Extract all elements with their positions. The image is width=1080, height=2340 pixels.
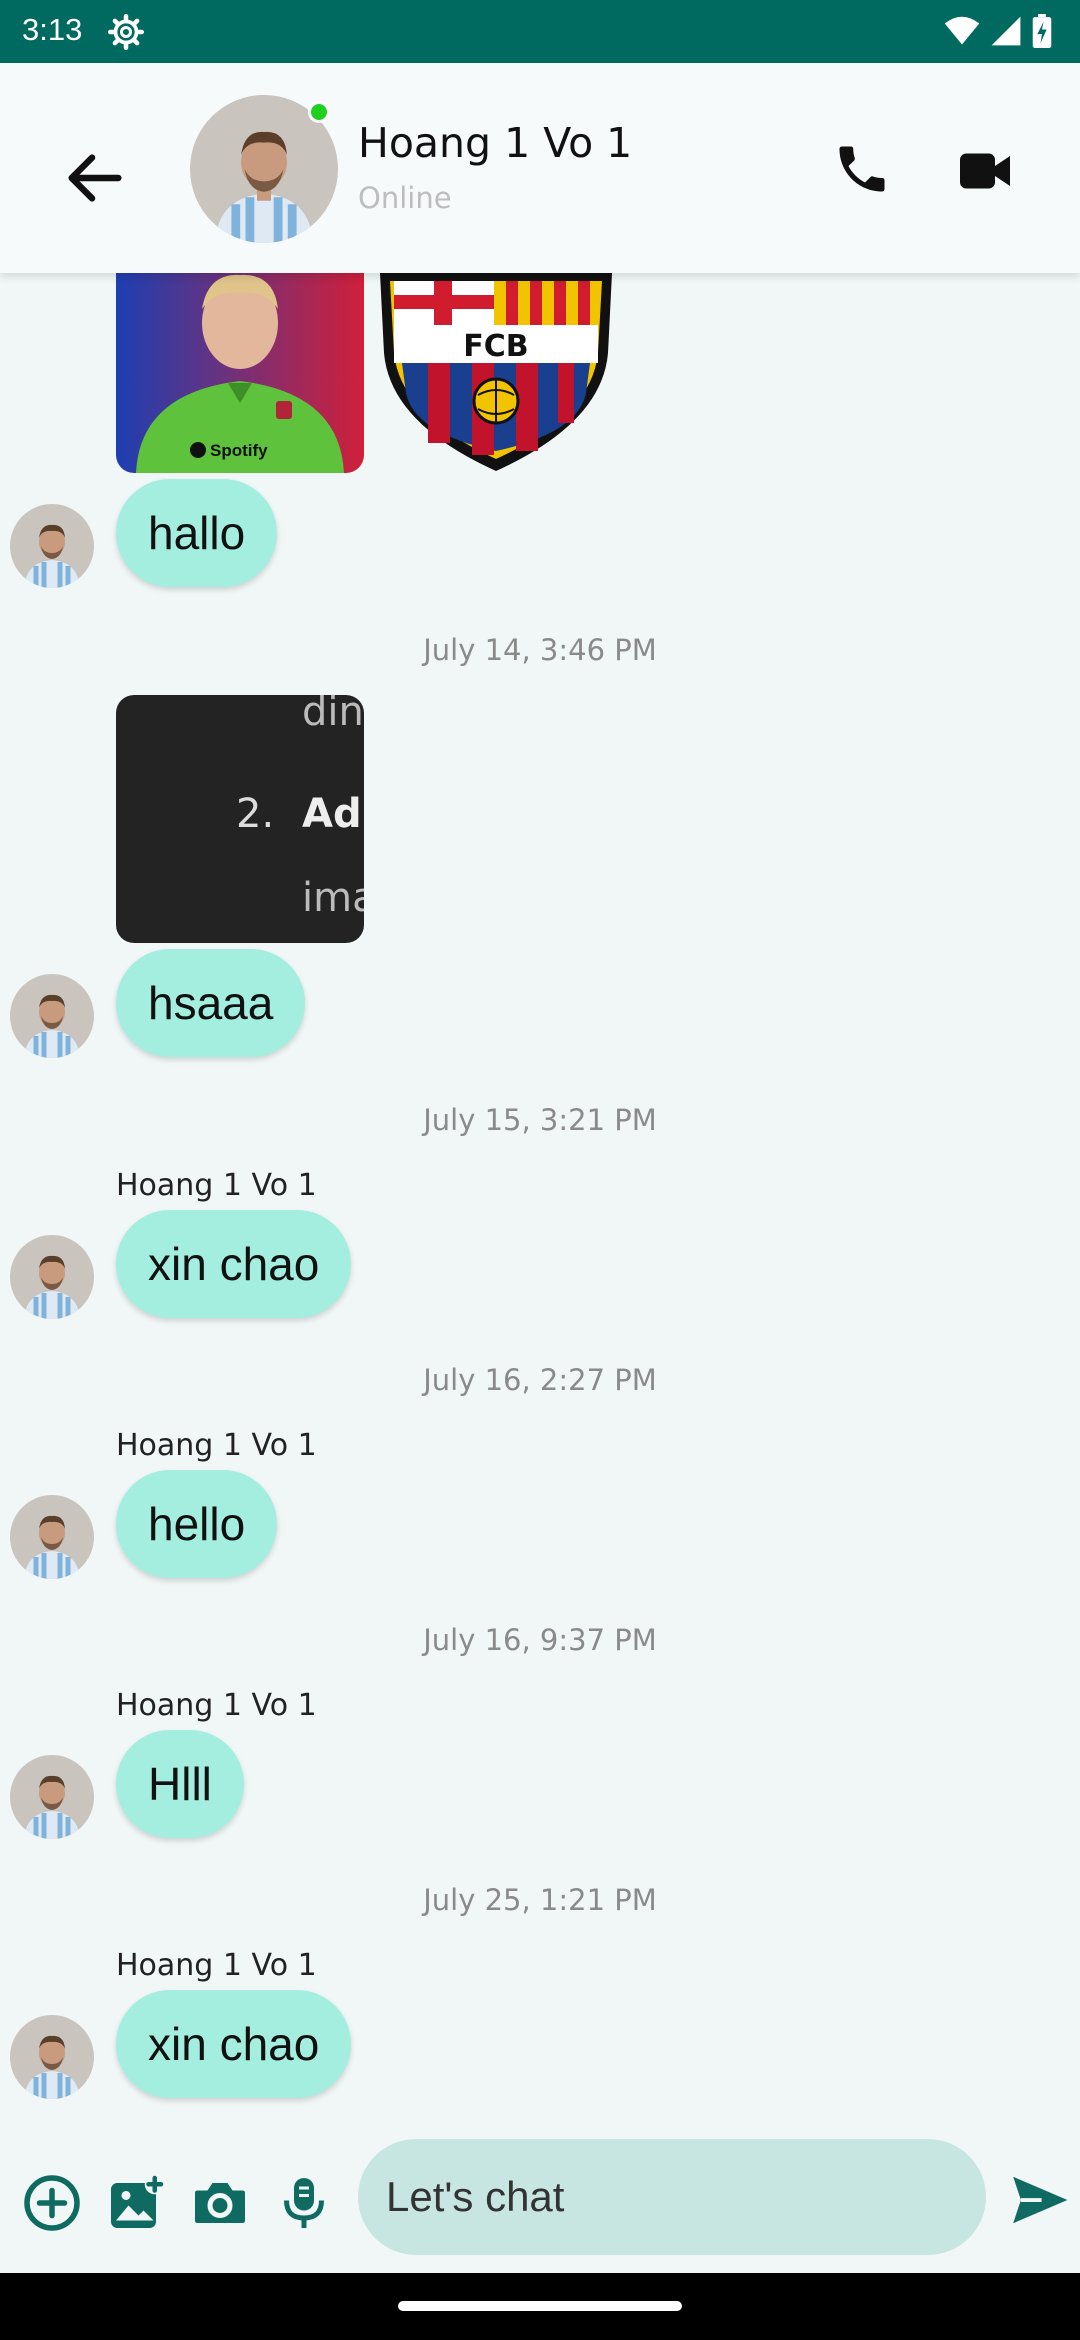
system-navigation-bar: [0, 2273, 1080, 2340]
send-icon[interactable]: [1008, 2169, 1070, 2231]
home-gesture-handle[interactable]: [398, 2301, 682, 2311]
sender-avatar[interactable]: [10, 1755, 94, 1839]
microphone-icon[interactable]: [274, 2173, 334, 2233]
sender-name: Hoang 1 Vo 1: [116, 1428, 317, 1463]
sender-avatar[interactable]: [10, 1495, 94, 1579]
status-time: 3:13: [22, 12, 83, 47]
message-input[interactable]: [358, 2139, 986, 2255]
status-bar: 3:13: [0, 0, 1080, 63]
camera-icon[interactable]: [190, 2173, 250, 2233]
message-bubble[interactable]: hello: [116, 1470, 278, 1578]
message-timestamp: July 16, 2:27 PM: [423, 1363, 657, 1397]
cell-signal-icon: [991, 16, 1021, 46]
sender-name: Hoang 1 Vo 1: [116, 1948, 317, 1983]
thumbnail-text-line: 2.: [236, 791, 275, 837]
message-timestamp: July 16, 9:37 PM: [423, 1623, 657, 1657]
online-indicator: [308, 101, 330, 123]
message-timestamp: July 14, 3:46 PM: [423, 633, 657, 667]
message-list[interactable]: Spotify FCB hallo July 14, 3:46 PM din 2…: [0, 273, 1080, 2133]
sender-avatar[interactable]: [10, 2015, 94, 2099]
fcb-crest-text: FCB: [463, 329, 528, 364]
wifi-icon: [944, 16, 980, 45]
message-bubble[interactable]: Hlll: [116, 1730, 244, 1838]
sender-avatar[interactable]: [10, 974, 94, 1058]
message-bubble[interactable]: xin chao: [116, 1210, 352, 1318]
message-bubble[interactable]: hsaaa: [116, 949, 306, 1057]
contact-status: Online: [358, 181, 452, 215]
fcb-crest-sticker[interactable]: FCB: [372, 273, 620, 473]
shared-screenshot-thumbnail[interactable]: din 2. Ad ima: [116, 695, 364, 943]
thumbnail-text-line: ima: [302, 875, 364, 921]
thumbnail-text-line: Ad: [302, 791, 362, 837]
shared-photo[interactable]: Spotify: [116, 273, 364, 473]
video-call-icon[interactable]: [955, 141, 1015, 201]
settings-gear-icon: [108, 14, 144, 50]
message-composer: [0, 2133, 1080, 2273]
sender-name: Hoang 1 Vo 1: [116, 1688, 317, 1723]
chat-header: Hoang 1 Vo 1 Online: [0, 63, 1080, 273]
back-arrow-icon[interactable]: [60, 143, 130, 213]
add-attachment-icon[interactable]: [22, 2173, 82, 2233]
message-bubble[interactable]: xin chao: [116, 1990, 352, 2098]
thumbnail-text-line: din: [302, 695, 364, 735]
sender-avatar[interactable]: [10, 504, 94, 588]
sender-name: Hoang 1 Vo 1: [116, 1168, 317, 1203]
message-timestamp: July 15, 3:21 PM: [423, 1103, 657, 1137]
phone-call-icon[interactable]: [832, 139, 892, 199]
contact-name: Hoang 1 Vo 1: [358, 119, 633, 167]
battery-icon: [1032, 14, 1052, 48]
message-input-container: [358, 2139, 986, 2255]
sender-avatar[interactable]: [10, 1235, 94, 1319]
gallery-icon[interactable]: [106, 2173, 166, 2233]
spotify-shirt-text: Spotify: [210, 441, 268, 460]
message-bubble[interactable]: hallo: [116, 479, 278, 587]
message-timestamp: July 25, 1:21 PM: [423, 1883, 657, 1917]
